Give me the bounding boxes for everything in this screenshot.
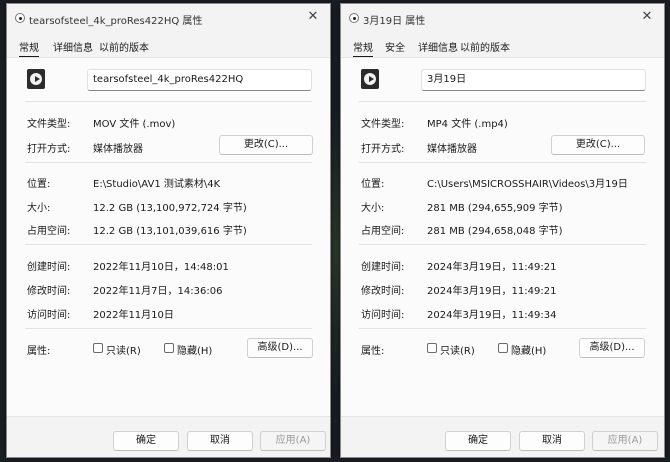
modified-label: 修改时间: (361, 286, 405, 297)
accessed-value: 2022年11月10日 (93, 310, 174, 321)
size-label: 大小: (361, 203, 385, 214)
divider (25, 328, 312, 329)
attributes-label: 属性: (27, 346, 51, 357)
close-icon[interactable]: ✕ (638, 8, 656, 26)
title-bar[interactable]: 3月19日 属性 ✕ (341, 4, 664, 32)
size-on-disk-value: 281 MB (294,658,048 字节) (427, 226, 563, 237)
cancel-button[interactable]: 取消 (519, 431, 585, 451)
attributes-label: 属性: (361, 346, 385, 357)
tab-details[interactable]: 详细信息 (53, 39, 93, 54)
window-title: 3月19日 属性 (363, 16, 426, 27)
general-panel: tearsofsteel_4k_proRes422HQ 文件类型: MOV 文件… (7, 57, 330, 417)
tab-general[interactable]: 常规 (19, 39, 39, 58)
location-label: 位置: (361, 179, 385, 190)
tab-general[interactable]: 常规 (353, 39, 373, 58)
readonly-checkbox-label[interactable]: 只读(R) (440, 342, 475, 357)
readonly-checkbox[interactable] (93, 343, 103, 353)
apply-button[interactable]: 应用(A) (592, 431, 658, 451)
size-on-disk-label: 占用空间: (361, 226, 405, 237)
change-button[interactable]: 更改(C)... (551, 135, 645, 155)
divider (359, 328, 646, 329)
hidden-checkbox-label[interactable]: 隐藏(H) (177, 342, 212, 357)
media-file-icon (349, 13, 359, 23)
location-value: C:\Users\MSICROSSHAIR\Videos\3月19日 (427, 179, 628, 190)
size-value: 281 MB (294,655,909 字节) (427, 203, 563, 214)
close-icon[interactable]: ✕ (304, 8, 322, 26)
modified-value: 2024年3月19日，11:49:21 (427, 286, 557, 297)
tab-details[interactable]: 详细信息 (418, 39, 458, 54)
created-label: 创建时间: (27, 262, 71, 273)
cancel-button[interactable]: 取消 (187, 431, 253, 451)
modified-label: 修改时间: (27, 286, 71, 297)
file-type-label: 文件类型: (27, 119, 71, 130)
tab-bar: 常规 详细信息 以前的版本 (7, 37, 330, 58)
readonly-checkbox[interactable] (427, 343, 437, 353)
created-label: 创建时间: (361, 262, 405, 273)
filename-field[interactable]: 3月19日 (421, 69, 646, 91)
tab-security[interactable]: 安全 (385, 39, 405, 54)
readonly-checkbox-label[interactable]: 只读(R) (106, 342, 141, 357)
file-type-value: MOV 文件 (.mov) (93, 119, 176, 130)
divider (359, 101, 646, 102)
file-type-label: 文件类型: (361, 119, 405, 130)
advanced-button[interactable]: 高级(D)... (579, 338, 645, 358)
accessed-value: 2024年3月19日，11:49:34 (427, 310, 557, 321)
size-value: 12.2 GB (13,100,972,724 字节) (93, 203, 247, 214)
ok-button[interactable]: 确定 (113, 431, 179, 451)
ok-button[interactable]: 确定 (445, 431, 511, 451)
hidden-checkbox-label[interactable]: 隐藏(H) (511, 342, 546, 357)
properties-dialog-left: tearsofsteel_4k_proRes422HQ 属性 ✕ 常规 详细信息… (6, 3, 331, 458)
title-bar[interactable]: tearsofsteel_4k_proRes422HQ 属性 ✕ (7, 4, 330, 32)
tab-bar: 常规 安全 详细信息 以前的版本 (341, 37, 664, 58)
accessed-label: 访问时间: (27, 310, 71, 321)
divider (359, 244, 646, 245)
properties-dialog-right: 3月19日 属性 ✕ 常规 安全 详细信息 以前的版本 3月19日 文件类型: … (340, 3, 665, 458)
divider (25, 101, 312, 102)
hidden-checkbox[interactable] (164, 343, 174, 353)
created-value: 2022年11月10日，14:48:01 (93, 262, 229, 273)
change-button[interactable]: 更改(C)... (219, 135, 313, 155)
divider (25, 162, 312, 163)
accessed-label: 访问时间: (361, 310, 405, 321)
divider (359, 162, 646, 163)
open-with-label: 打开方式: (361, 144, 405, 155)
window-title: tearsofsteel_4k_proRes422HQ 属性 (29, 16, 203, 27)
size-on-disk-value: 12.2 GB (13,101,039,616 字节) (93, 226, 247, 237)
tab-previous-versions[interactable]: 以前的版本 (99, 39, 149, 54)
open-with-label: 打开方式: (27, 144, 71, 155)
open-with-value: 媒体播放器 (427, 144, 477, 155)
advanced-button[interactable]: 高级(D)... (247, 338, 313, 358)
location-label: 位置: (27, 179, 51, 190)
media-file-icon (15, 13, 25, 23)
media-player-file-icon (361, 69, 379, 89)
divider (25, 244, 312, 245)
tab-previous-versions[interactable]: 以前的版本 (460, 39, 510, 54)
size-on-disk-label: 占用空间: (27, 226, 71, 237)
created-value: 2024年3月19日，11:49:21 (427, 262, 557, 273)
media-player-file-icon (27, 69, 45, 89)
apply-button[interactable]: 应用(A) (260, 431, 326, 451)
location-value: E:\Studio\AV1 测试素材\4K (93, 179, 221, 190)
open-with-value: 媒体播放器 (93, 144, 143, 155)
file-type-value: MP4 文件 (.mp4) (427, 119, 508, 130)
modified-value: 2022年11月7日，14:36:06 (93, 286, 223, 297)
filename-field[interactable]: tearsofsteel_4k_proRes422HQ (87, 69, 312, 91)
size-label: 大小: (27, 203, 51, 214)
general-panel: 3月19日 文件类型: MP4 文件 (.mp4) 打开方式: 媒体播放器 更改… (341, 57, 664, 417)
hidden-checkbox[interactable] (498, 343, 508, 353)
